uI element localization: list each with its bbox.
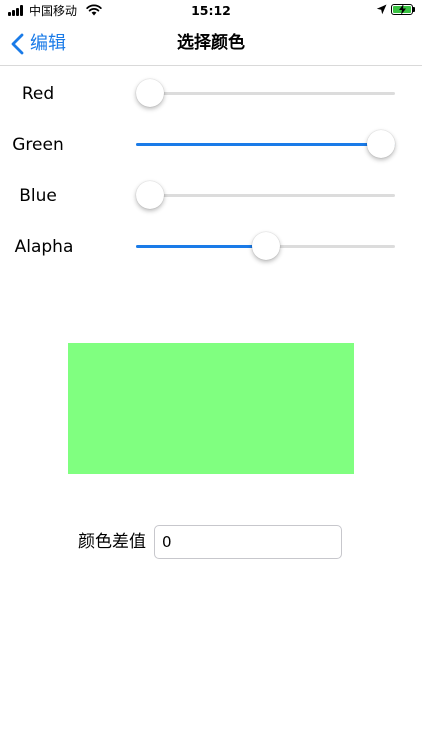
slider-thumb[interactable] (367, 130, 395, 158)
slider-thumb[interactable] (136, 79, 164, 107)
color-difference-label: 颜色差值 (78, 532, 146, 552)
slider-thumb[interactable] (251, 232, 280, 260)
slider-label-red: Red (21, 84, 55, 104)
nav-bar: 编辑 选择颜色 (0, 22, 422, 66)
status-time: 15:12 (191, 3, 231, 18)
blue-slider[interactable] (136, 181, 395, 209)
status-bar: 中国移动 15:12 (0, 0, 422, 22)
battery-cap (413, 7, 415, 12)
slider-row-blue: Blue (0, 176, 422, 216)
slider-thumb[interactable] (136, 181, 164, 209)
slider-row-alpha: Alapha (0, 227, 422, 267)
slider-fill (136, 245, 266, 248)
color-preview (68, 343, 354, 474)
slider-label-green: Green (12, 135, 64, 155)
slider-label-blue: Blue (19, 186, 57, 206)
color-difference-row: 颜色差值 (0, 525, 422, 559)
red-slider[interactable] (136, 79, 395, 107)
location-icon (376, 4, 387, 15)
alpha-slider[interactable] (136, 232, 395, 260)
slider-label-alpha: Alapha (14, 237, 74, 257)
slider-row-red: Red (0, 74, 422, 114)
color-difference-input[interactable] (154, 525, 342, 559)
charging-bolt-icon (399, 4, 406, 15)
green-slider[interactable] (136, 130, 395, 158)
slider-fill (136, 143, 395, 146)
page-title: 选择颜色 (177, 33, 245, 53)
slider-track (136, 92, 395, 95)
slider-track (136, 194, 395, 197)
slider-row-green: Green (0, 125, 422, 165)
